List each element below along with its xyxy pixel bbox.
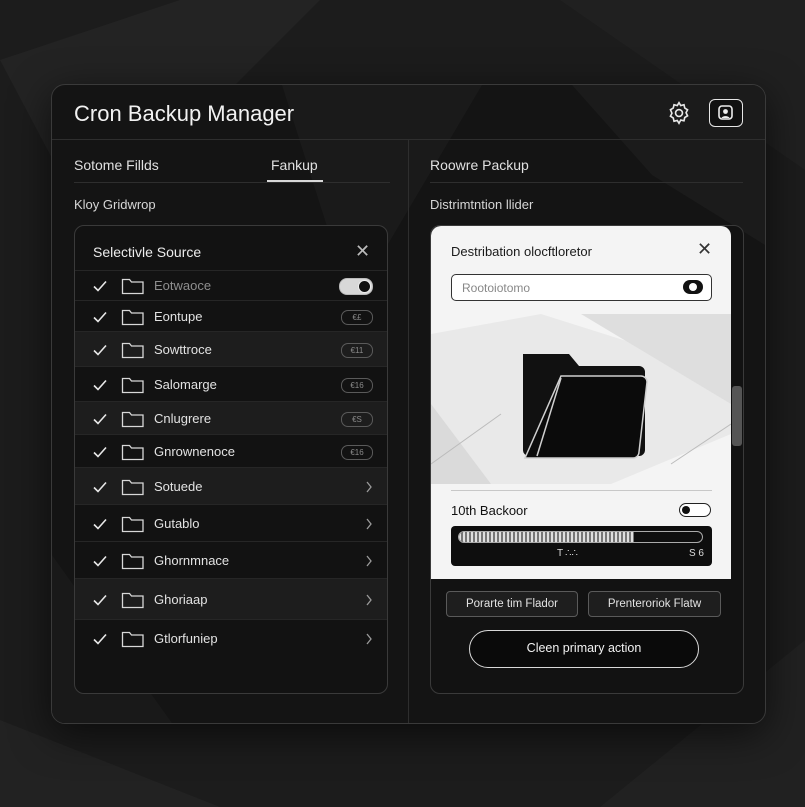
size-badge: €S [341,411,373,427]
source-row[interactable]: Gtlorfuniep [75,619,387,657]
tab-backup[interactable]: Fankup [271,157,318,173]
folder-icon [121,592,144,608]
tab-underline [74,182,390,183]
size-badge: €16 [341,444,373,460]
checkmark-icon[interactable] [91,552,109,570]
tab-sources[interactable]: Sotome Fillds [74,157,159,173]
backup-progress: T ∴∴ S 6 [451,526,712,566]
folder-icon [121,444,144,460]
folder-icon [121,479,144,495]
close-icon[interactable]: ✕ [697,240,712,258]
create-folder-button[interactable]: Porarte tim Flador [446,591,578,617]
source-row-label: Eontupe [154,308,203,324]
backup-toggle[interactable] [679,503,711,517]
checkmark-icon[interactable] [91,443,109,461]
folder-icon [121,553,144,569]
profile-button[interactable] [709,99,743,127]
progress-fill [459,532,634,542]
progress-track [458,531,703,543]
dialog-title: Destribation olocftloretor [451,244,592,259]
progress-value: S 6 [688,548,704,559]
checkmark-icon[interactable] [91,277,109,295]
chevron-right-icon[interactable] [365,481,373,493]
chevron-right-icon[interactable] [365,555,373,567]
folder-icon [121,631,144,648]
destination-field[interactable] [460,279,664,297]
source-row-label: Eotwaoce [154,278,212,293]
folder-icon [121,309,144,325]
checkmark-icon[interactable] [91,341,109,359]
source-row[interactable]: Salomarge €16 [75,366,387,401]
primary-action-button[interactable]: Cleen primary action [469,630,699,668]
source-row[interactable]: Gutablo [75,504,387,541]
checkmark-icon[interactable] [91,308,109,326]
column-divider [408,139,409,723]
source-row-label: Sowttroce [154,341,212,357]
checkmark-icon[interactable] [91,630,109,648]
source-row-label: Gnrownenoce [154,443,235,459]
folder-icon [121,278,144,295]
source-row[interactable]: Cnlugrere €S [75,401,387,434]
source-row[interactable]: Eotwaoce [75,270,387,300]
app-window: Cron Backup Manager Sotome Fillds Fankup… [51,84,766,724]
source-row-label: Ghornmnace [154,552,230,568]
source-row[interactable]: Sotuede [75,467,387,504]
dialog-divider [451,490,712,491]
source-row-label: Sotuede [154,478,203,494]
tab-underline-right [430,182,743,183]
tab-active-indicator [267,180,323,182]
source-row-label: Cnlugrere [154,410,212,426]
folder-icon [121,342,144,358]
chevron-right-icon[interactable] [365,633,373,645]
destination-panel: Destribation olocftloretor ✕ 10th Backoo… [430,225,744,694]
chevron-right-icon[interactable] [365,594,373,606]
source-panel: Selectivle Source ✕ Eotwaoce Eontupe €£ Sow… [74,225,388,694]
source-row[interactable]: Ghornmnace [75,541,387,578]
toggle-icon[interactable] [683,280,703,294]
backup-label: 10th Backoor [451,503,528,518]
chevron-right-icon[interactable] [365,518,373,530]
checkmark-icon[interactable] [91,591,109,609]
left-section-label: Kloy Gridwrop [74,197,156,212]
source-row-label: Gutablo [154,515,200,531]
source-row[interactable]: Sowttroce €11 [75,331,387,366]
size-badge: €16 [341,377,373,393]
folder-icon [121,411,144,427]
checkmark-icon[interactable] [91,515,109,533]
source-row-label: Salomarge [154,376,217,392]
row-toggle[interactable] [339,278,373,295]
source-row-label: Ghoriaap [154,591,208,607]
folder-icon [121,377,144,393]
right-section-label: Distrimtntion llider [430,197,534,212]
checkmark-icon[interactable] [91,376,109,394]
user-icon [718,105,733,120]
tab-restore[interactable]: Roowre Packup [430,157,529,173]
destination-dialog: Destribation olocftloretor ✕ 10th Backoo… [431,226,731,579]
app-title: Cron Backup Manager [74,101,295,126]
scrollbar-thumb[interactable] [732,386,742,446]
source-row[interactable]: Gnrownenoce €16 [75,434,387,467]
source-row[interactable]: Ghoriaap [75,578,387,619]
preference-button[interactable]: Prenteroriok Flatw [588,591,721,617]
source-row-label: Gtlorfuniep [154,631,218,646]
gear-icon[interactable] [666,100,692,126]
source-panel-title: Selectivle Source [93,244,202,260]
source-row[interactable]: Eontupe €£ [75,300,387,331]
size-badge: €£ [341,309,373,325]
close-icon[interactable]: ✕ [355,242,370,260]
checkmark-icon[interactable] [91,478,109,496]
folder-icon [431,314,731,484]
progress-time: T ∴∴ [557,548,578,559]
destination-input[interactable] [451,274,712,301]
checkmark-icon[interactable] [91,410,109,428]
size-badge: €11 [341,342,373,358]
folder-icon [121,516,144,532]
